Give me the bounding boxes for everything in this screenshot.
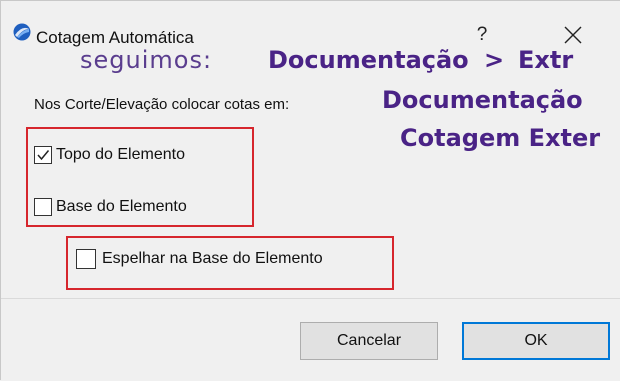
checkbox-base[interactable] (34, 198, 52, 216)
overlay-documentacao-line2: Documentação (382, 86, 583, 114)
overlay-cotagem-exter-text: Cotagem Exter (400, 124, 601, 152)
help-button[interactable]: ? (470, 24, 494, 46)
cancel-button[interactable]: Cancelar (300, 322, 438, 360)
prompt-label: Nos Corte/Elevação colocar cotas em: (34, 96, 290, 113)
checkbox-base-label: Base do Elemento (56, 198, 187, 215)
window-top-border (0, 0, 620, 1)
checkmark-icon (37, 150, 50, 161)
checkbox-topo[interactable] (34, 146, 52, 164)
archicad-app-icon (13, 23, 31, 41)
option-espelhar-na-base[interactable]: Espelhar na Base do Elemento (76, 249, 323, 269)
ok-button[interactable]: OK (462, 322, 610, 360)
checkbox-espelhar[interactable] (76, 249, 96, 269)
checkbox-topo-label: Topo do Elemento (56, 146, 185, 163)
close-icon[interactable] (560, 22, 586, 48)
window-left-border (0, 0, 1, 380)
checkbox-espelhar-label: Espelhar na Base do Elemento (102, 250, 323, 267)
overlay-separator: > (484, 46, 505, 74)
option-topo-do-elemento[interactable]: Topo do Elemento (34, 146, 185, 164)
overlay-seguimos-text: seguimos: (80, 46, 213, 74)
overlay-documentacao-text: Documentação (268, 46, 469, 74)
overlay-extr-text: Extr (518, 46, 574, 74)
option-base-do-elemento[interactable]: Base do Elemento (34, 198, 187, 216)
window-title: Cotagem Automática (36, 28, 194, 47)
